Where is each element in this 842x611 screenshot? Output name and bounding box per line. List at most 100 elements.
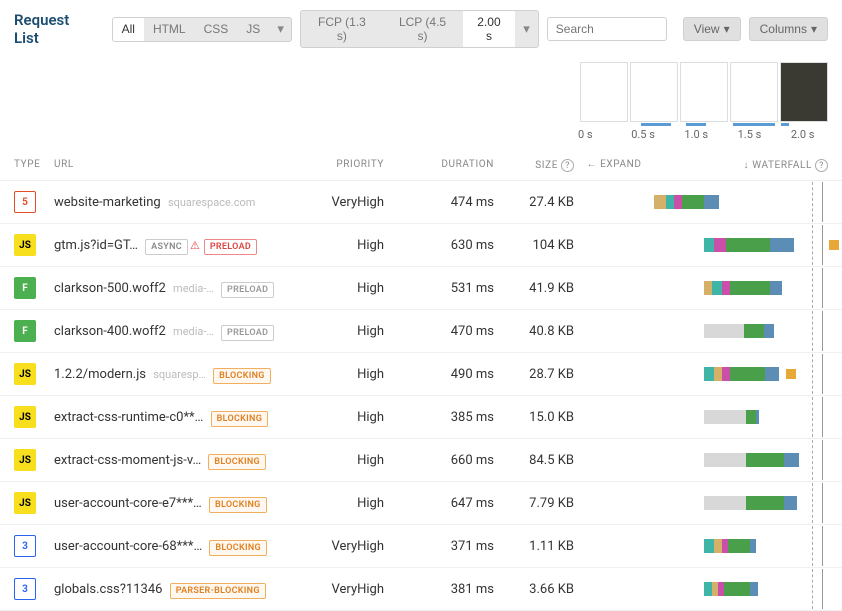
- url-cell: extract-css-runtime-c0**… BLOCKING: [54, 410, 314, 425]
- header-expand[interactable]: ← EXPAND: [574, 159, 654, 172]
- table-row[interactable]: F clarkson-500.woff2 media-… PRELOAD Hig…: [0, 267, 842, 310]
- search-input[interactable]: [547, 17, 667, 41]
- priority-cell: High: [314, 453, 404, 468]
- header-waterfall[interactable]: ↓ WATERFALL?: [654, 159, 828, 172]
- request-url: clarkson-500.woff2: [54, 281, 166, 296]
- priority-cell: High: [314, 324, 404, 339]
- help-icon[interactable]: ?: [561, 159, 574, 172]
- duration-cell: 371 ms: [404, 539, 494, 554]
- filmstrip-frame[interactable]: [680, 62, 728, 122]
- table-row[interactable]: 3 user-account-core-68***… BLOCKING Very…: [0, 525, 842, 568]
- duration-cell: 660 ms: [404, 453, 494, 468]
- duration-cell: 647 ms: [404, 496, 494, 511]
- duration-cell: 490 ms: [404, 367, 494, 382]
- waterfall-cell[interactable]: [654, 536, 828, 556]
- filmstrip-frame[interactable]: [780, 62, 828, 122]
- header-duration[interactable]: DURATION: [404, 159, 494, 172]
- filmstrip-frame[interactable]: [730, 62, 778, 122]
- tag-blocking: BLOCKING: [208, 454, 266, 470]
- size-cell: 84.5 KB: [494, 453, 574, 468]
- url-cell: extract-css-moment-js-v… BLOCKING: [54, 453, 314, 468]
- url-cell: user-account-core-e7***… BLOCKING: [54, 496, 314, 511]
- view-button[interactable]: View ▾: [683, 17, 741, 41]
- table-row[interactable]: F clarkson-400.woff2 media-… PRELOAD Hig…: [0, 310, 842, 353]
- table-row[interactable]: 3 globals.css?11346 PARSER-BLOCKING Very…: [0, 568, 842, 611]
- request-url: user-account-core-e7***…: [54, 496, 202, 511]
- waterfall-cell[interactable]: [654, 407, 828, 427]
- type-badge: 5: [14, 191, 36, 213]
- table-row[interactable]: JS extract-css-moment-js-v… BLOCKING Hig…: [0, 439, 842, 482]
- size-cell: 40.8 KB: [494, 324, 574, 339]
- url-cell: gtm.js?id=GT… ASYNC⚠PRELOAD: [54, 238, 314, 253]
- tag-preload: PRELOAD: [221, 282, 274, 298]
- waterfall-cell[interactable]: [654, 235, 828, 255]
- table-row[interactable]: JS gtm.js?id=GT… ASYNC⚠PRELOAD High 630 …: [0, 224, 842, 267]
- waterfall-cell[interactable]: [654, 450, 828, 470]
- table-row[interactable]: JS 1.2.2/modern.js squaresp… BLOCKING Hi…: [0, 353, 842, 396]
- request-domain: media-…: [173, 325, 214, 338]
- priority-cell: High: [314, 496, 404, 511]
- header-priority[interactable]: PRIORITY: [314, 159, 404, 172]
- duration-cell: 381 ms: [404, 582, 494, 597]
- tag-preload: PRELOAD: [204, 239, 257, 255]
- size-cell: 104 KB: [494, 238, 574, 253]
- page-title: Request List: [14, 11, 98, 47]
- size-cell: 7.79 KB: [494, 496, 574, 511]
- help-icon[interactable]: ?: [815, 159, 828, 172]
- duration-cell: 470 ms: [404, 324, 494, 339]
- request-url: gtm.js?id=GT…: [54, 238, 138, 253]
- metric-dropdown[interactable]: ▾: [515, 11, 538, 47]
- waterfall-cell[interactable]: [654, 192, 828, 212]
- filter-js[interactable]: JS: [237, 18, 269, 41]
- filter-html[interactable]: HTML: [144, 18, 195, 41]
- metric-fcp[interactable]: FCP (1.3 s): [301, 11, 382, 47]
- table-row[interactable]: JS user-account-core-e7***… BLOCKING Hig…: [0, 482, 842, 525]
- priority-cell: VeryHigh: [314, 195, 404, 210]
- waterfall-cell[interactable]: [654, 493, 828, 513]
- waterfall-cell[interactable]: [654, 321, 828, 341]
- table-row[interactable]: 5 website-marketing squarespace.com Very…: [0, 181, 842, 224]
- request-url: user-account-core-68***…: [54, 539, 202, 554]
- metric-selected[interactable]: 2.00 s: [463, 11, 516, 47]
- duration-cell: 531 ms: [404, 281, 494, 296]
- tag-async: ASYNC: [145, 239, 188, 255]
- filter-more-dropdown[interactable]: ▾: [269, 18, 292, 41]
- size-cell: 1.11 KB: [494, 539, 574, 554]
- type-badge: F: [14, 320, 36, 342]
- priority-cell: High: [314, 367, 404, 382]
- size-cell: 3.66 KB: [494, 582, 574, 597]
- request-domain: squaresp…: [153, 368, 206, 381]
- filter-all[interactable]: All: [113, 18, 144, 41]
- type-badge: JS: [14, 406, 36, 428]
- priority-cell: VeryHigh: [314, 539, 404, 554]
- filter-css[interactable]: CSS: [195, 18, 238, 41]
- header-type[interactable]: TYPE: [14, 159, 54, 172]
- priority-cell: High: [314, 238, 404, 253]
- filmstrip-frame[interactable]: [630, 62, 678, 122]
- url-cell: globals.css?11346 PARSER-BLOCKING: [54, 582, 314, 597]
- url-cell: clarkson-400.woff2 media-… PRELOAD: [54, 324, 314, 339]
- metric-lcp[interactable]: LCP (4.5 s): [382, 11, 462, 47]
- url-cell: 1.2.2/modern.js squaresp… BLOCKING: [54, 367, 314, 382]
- request-url: extract-css-moment-js-v…: [54, 453, 201, 468]
- filmstrip-frame[interactable]: [580, 62, 628, 122]
- type-badge: JS: [14, 492, 36, 514]
- columns-button[interactable]: Columns ▾: [749, 17, 828, 41]
- size-cell: 28.7 KB: [494, 367, 574, 382]
- header-size[interactable]: SIZE?: [494, 159, 574, 172]
- header-url[interactable]: URL: [54, 159, 314, 172]
- time-axis: 0 s 0.5 s 1.0 s 1.5 s 2.0 s: [0, 122, 842, 151]
- waterfall-cell[interactable]: [654, 364, 828, 384]
- metric-group: FCP (1.3 s) LCP (4.5 s) 2.00 s ▾: [300, 10, 538, 48]
- table-row[interactable]: JS extract-css-runtime-c0**… BLOCKING Hi…: [0, 396, 842, 439]
- tag-preload: PRELOAD: [221, 325, 274, 341]
- type-filter-group: All HTML CSS JS ▾: [112, 17, 293, 42]
- size-cell: 41.9 KB: [494, 281, 574, 296]
- filmstrip: [0, 58, 842, 122]
- waterfall-cell[interactable]: [654, 278, 828, 298]
- type-badge: F: [14, 277, 36, 299]
- type-badge: JS: [14, 449, 36, 471]
- waterfall-cell[interactable]: [654, 579, 828, 599]
- chevron-down-icon: ▾: [811, 22, 817, 36]
- tag-blocking: BLOCKING: [211, 411, 269, 427]
